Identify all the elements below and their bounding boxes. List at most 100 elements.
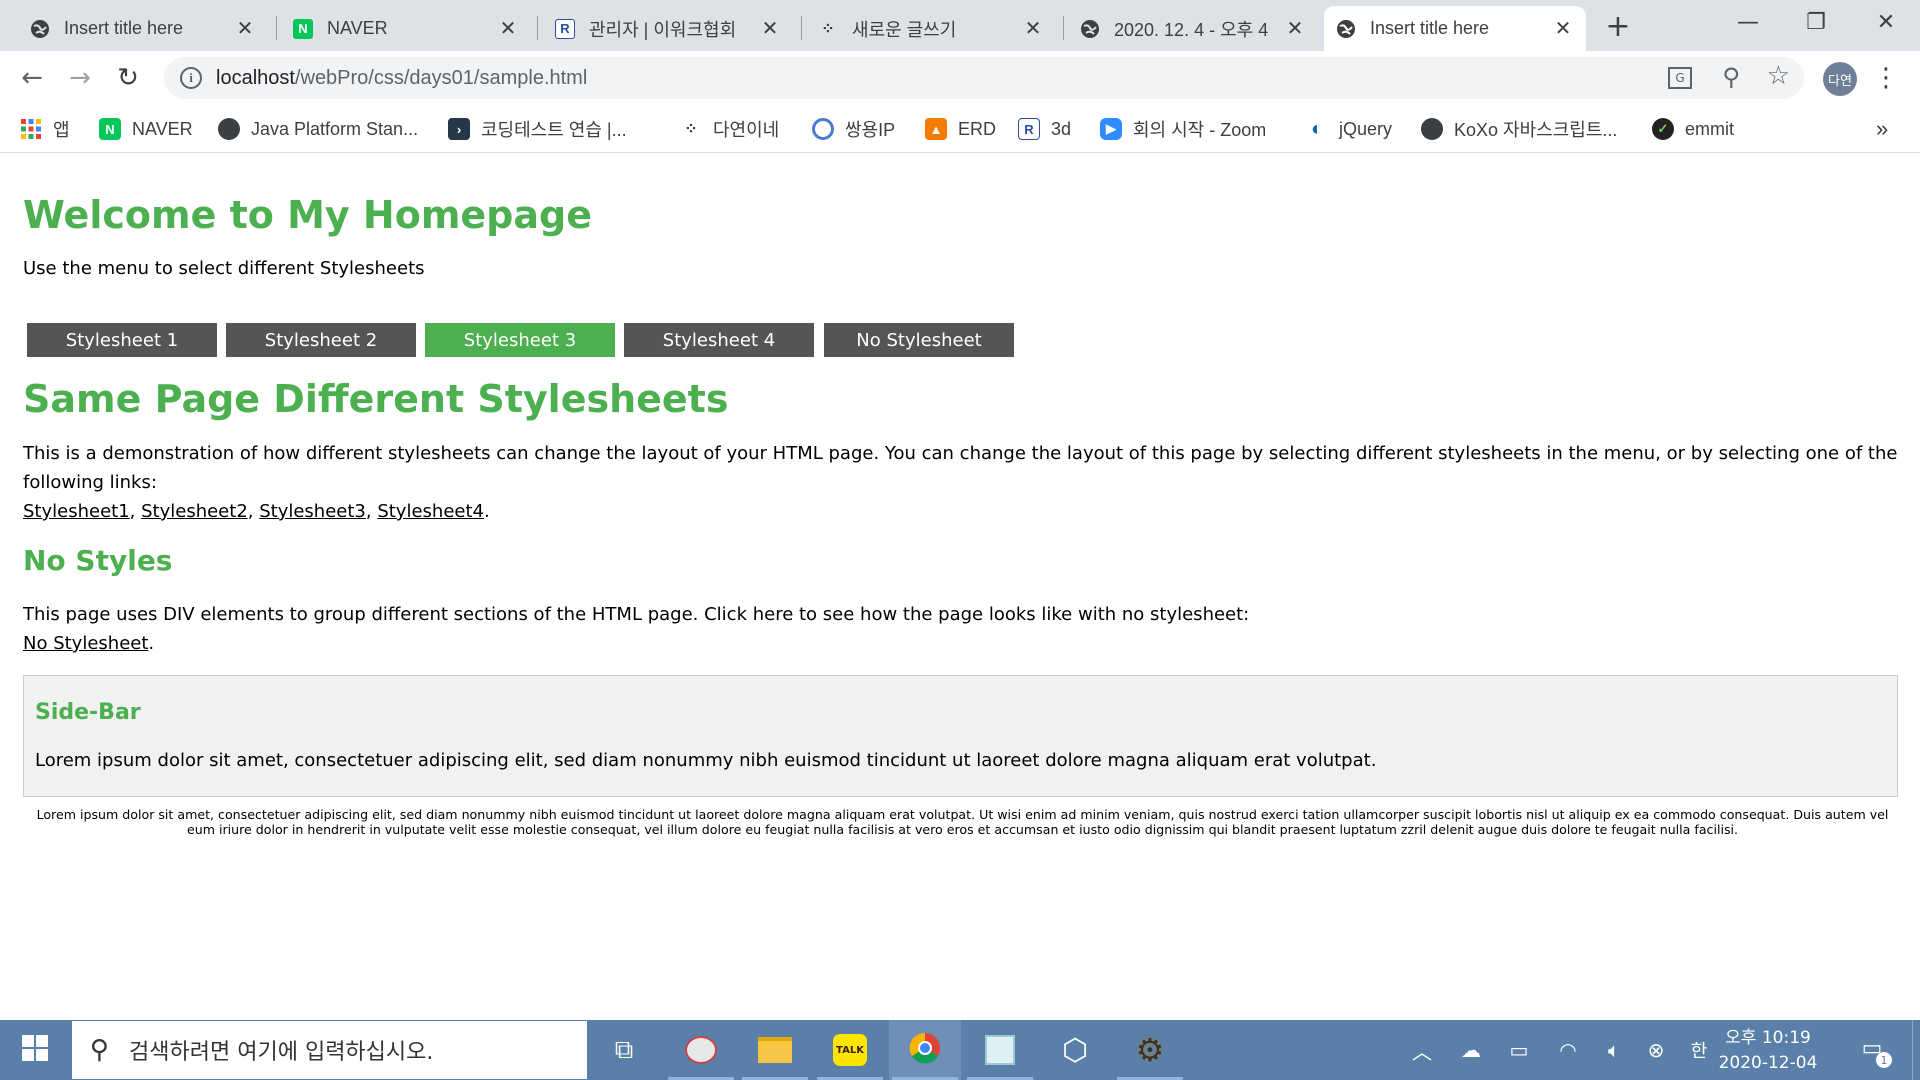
x-circle-icon[interactable]: ⊗ xyxy=(1642,1036,1670,1064)
bookmark-naver[interactable]: N NAVER xyxy=(99,115,193,143)
paragraph-text: This is a demonstration of how different… xyxy=(23,443,1898,493)
zoom-icon[interactable]: ⚲ xyxy=(1722,63,1740,91)
new-tab-button[interactable]: + xyxy=(1586,4,1650,48)
bookmark-java[interactable]: Java Platform Stan... xyxy=(218,115,418,143)
url-text[interactable]: localhost/webPro/css/days01/sample.html xyxy=(216,67,587,90)
restore-icon: ❐ xyxy=(1806,9,1826,35)
bookmark-emmit[interactable]: ✓ emmit xyxy=(1652,115,1734,143)
bookmark-3d[interactable]: R 3d xyxy=(1018,115,1071,143)
show-desktop-button[interactable] xyxy=(1912,1020,1920,1080)
link-stylesheet4[interactable]: Stylesheet4 xyxy=(377,501,484,522)
forward-button[interactable]: → xyxy=(62,60,98,96)
volume-icon[interactable]: 🔈︎ xyxy=(1600,1036,1628,1064)
profile-avatar[interactable]: 다연 xyxy=(1823,62,1857,96)
sidebar-title: Side-Bar xyxy=(35,700,141,725)
dots-icon: ⁘ xyxy=(821,20,835,38)
naver-icon: N xyxy=(293,18,313,39)
bookmark-label: emmit xyxy=(1685,118,1734,139)
taskbar-app-settings[interactable]: ⚙ xyxy=(1114,1020,1186,1080)
bookmark-star-icon[interactable]: ☆ xyxy=(1767,61,1790,91)
globe-icon xyxy=(218,118,240,140)
dots-icon: ⁘ xyxy=(684,121,698,138)
taskbar-app-chrome[interactable] xyxy=(889,1020,961,1080)
show-hidden-icons-button[interactable]: ︿ xyxy=(1408,1036,1436,1064)
paragraph-text: This page uses DIV elements to group dif… xyxy=(23,604,1250,625)
section-paragraph-stylesheets: This is a demonstration of how different… xyxy=(23,443,1898,522)
tab-new-post[interactable]: ⁘ 새로운 글쓰기 ✕ xyxy=(806,6,1056,51)
globe-icon xyxy=(1336,19,1356,39)
battery-icon[interactable]: ▭ xyxy=(1505,1036,1533,1064)
info-icon[interactable]: i xyxy=(180,67,202,89)
close-icon[interactable]: ✕ xyxy=(759,18,781,40)
clock-time: 오후 10:19 xyxy=(1725,1028,1811,1048)
close-icon: ✕ xyxy=(1876,9,1896,35)
bookmark-jquery[interactable]: ◐ jQuery xyxy=(1306,115,1392,143)
minimize-button[interactable]: — xyxy=(1714,0,1782,44)
menu-stylesheet-2[interactable]: Stylesheet 2 xyxy=(226,323,416,357)
apps-grid-icon xyxy=(20,118,42,140)
search-placeholder: 검색하려면 여기에 입력하십시오. xyxy=(129,1040,434,1065)
tab-admin[interactable]: R 관리자 | 이워크협회 ✕ xyxy=(543,6,793,51)
close-icon[interactable]: ✕ xyxy=(497,18,519,40)
tab-insert-title-1[interactable]: Insert title here ✕ xyxy=(18,6,268,51)
notifications-button[interactable]: ▭ 1 xyxy=(1858,1034,1892,1068)
link-stylesheet2[interactable]: Stylesheet2 xyxy=(141,501,248,522)
start-button[interactable] xyxy=(0,1020,70,1080)
naver-icon: N xyxy=(99,118,121,140)
tab-insert-title-active[interactable]: Insert title here ✕ xyxy=(1324,6,1586,51)
tab-title: Insert title here xyxy=(1370,18,1490,38)
link-stylesheet1[interactable]: Stylesheet1 xyxy=(23,501,130,522)
menu-stylesheet-4[interactable]: Stylesheet 4 xyxy=(624,323,814,357)
r-logo-icon: R xyxy=(555,18,575,39)
onedrive-icon[interactable]: ☁ xyxy=(1457,1036,1485,1064)
taskbar-search[interactable]: ⚲ 검색하려면 여기에 입력하십시오. xyxy=(72,1021,587,1079)
task-view-icon: ⧉ xyxy=(614,1034,634,1065)
link-stylesheet3[interactable]: Stylesheet3 xyxy=(259,501,366,522)
bookmark-koxo[interactable]: KoXo 자바스크립트... xyxy=(1421,115,1617,143)
close-icon[interactable]: ✕ xyxy=(1284,18,1306,40)
close-icon[interactable]: ✕ xyxy=(1022,18,1044,40)
back-button[interactable]: ← xyxy=(14,60,50,96)
windows-logo-icon xyxy=(22,1035,48,1065)
taskbar-app-pixlr[interactable] xyxy=(964,1020,1036,1080)
globe-icon xyxy=(30,19,50,39)
taskbar-app-explorer[interactable] xyxy=(739,1020,811,1080)
restore-button[interactable]: ❐ xyxy=(1782,0,1850,44)
close-icon[interactable]: ✕ xyxy=(234,18,256,40)
taskbar-app-paint[interactable] xyxy=(665,1020,737,1080)
sidebar-box: Side-Bar Lorem ipsum dolor sit amet, con… xyxy=(23,675,1898,797)
address-bar[interactable]: i localhost/webPro/css/days01/sample.htm… xyxy=(164,57,1804,99)
arrow-right-icon: → xyxy=(69,63,91,93)
taskbar-app-3d-viewer[interactable]: ⬡ xyxy=(1039,1020,1111,1080)
page-title: Welcome to My Homepage xyxy=(23,193,592,237)
menu-button[interactable]: ⋮ xyxy=(1868,60,1904,96)
bookmark-dayeon[interactable]: ⁘ 다연이네 xyxy=(680,115,779,143)
bookmark-apps[interactable]: 앱 xyxy=(20,115,70,143)
bookmark-zoom[interactable]: ▶ 회의 시작 - Zoom xyxy=(1100,115,1266,143)
clock[interactable]: 오후 10:19 2020-12-04 xyxy=(1718,1026,1818,1076)
menu-no-stylesheet[interactable]: No Stylesheet xyxy=(824,323,1014,357)
bookmark-erd[interactable]: ▲ ERD xyxy=(925,115,996,143)
close-icon[interactable]: ✕ xyxy=(1552,18,1574,40)
kakaotalk-icon: TALK xyxy=(833,1034,867,1066)
bookmark-coding-test[interactable]: › 코딩테스트 연습 |... xyxy=(448,115,627,143)
bookmark-label: NAVER xyxy=(132,118,193,139)
task-view-button[interactable]: ⧉ xyxy=(588,1020,660,1080)
menu-stylesheet-3[interactable]: Stylesheet 3 xyxy=(425,323,615,357)
bookmark-label: 다연이네 xyxy=(713,120,780,140)
ime-indicator[interactable]: 한 xyxy=(1685,1036,1713,1064)
bookmark-ssangyong[interactable]: 쌍용IP xyxy=(812,115,895,143)
wifi-icon[interactable]: ◠ xyxy=(1554,1036,1582,1064)
menu-stylesheet-1[interactable]: Stylesheet 1 xyxy=(27,323,217,357)
taskbar-app-kakaotalk[interactable]: TALK xyxy=(814,1020,886,1080)
tab-naver[interactable]: N NAVER ✕ xyxy=(281,6,531,51)
page-content: Welcome to My Homepage Use the menu to s… xyxy=(0,153,1920,1020)
tab-date[interactable]: 2020. 12. 4 - 오후 4 ✕ xyxy=(1068,6,1318,51)
pixlr-icon xyxy=(985,1035,1015,1065)
translate-icon[interactable]: G xyxy=(1668,67,1692,89)
bookmarks-more[interactable]: » xyxy=(1876,115,1888,143)
link-no-stylesheet[interactable]: No Stylesheet xyxy=(23,633,148,654)
reload-button[interactable]: ↻ xyxy=(110,60,146,96)
emmet-icon: ✓ xyxy=(1652,118,1674,140)
close-window-button[interactable]: ✕ xyxy=(1852,0,1920,44)
